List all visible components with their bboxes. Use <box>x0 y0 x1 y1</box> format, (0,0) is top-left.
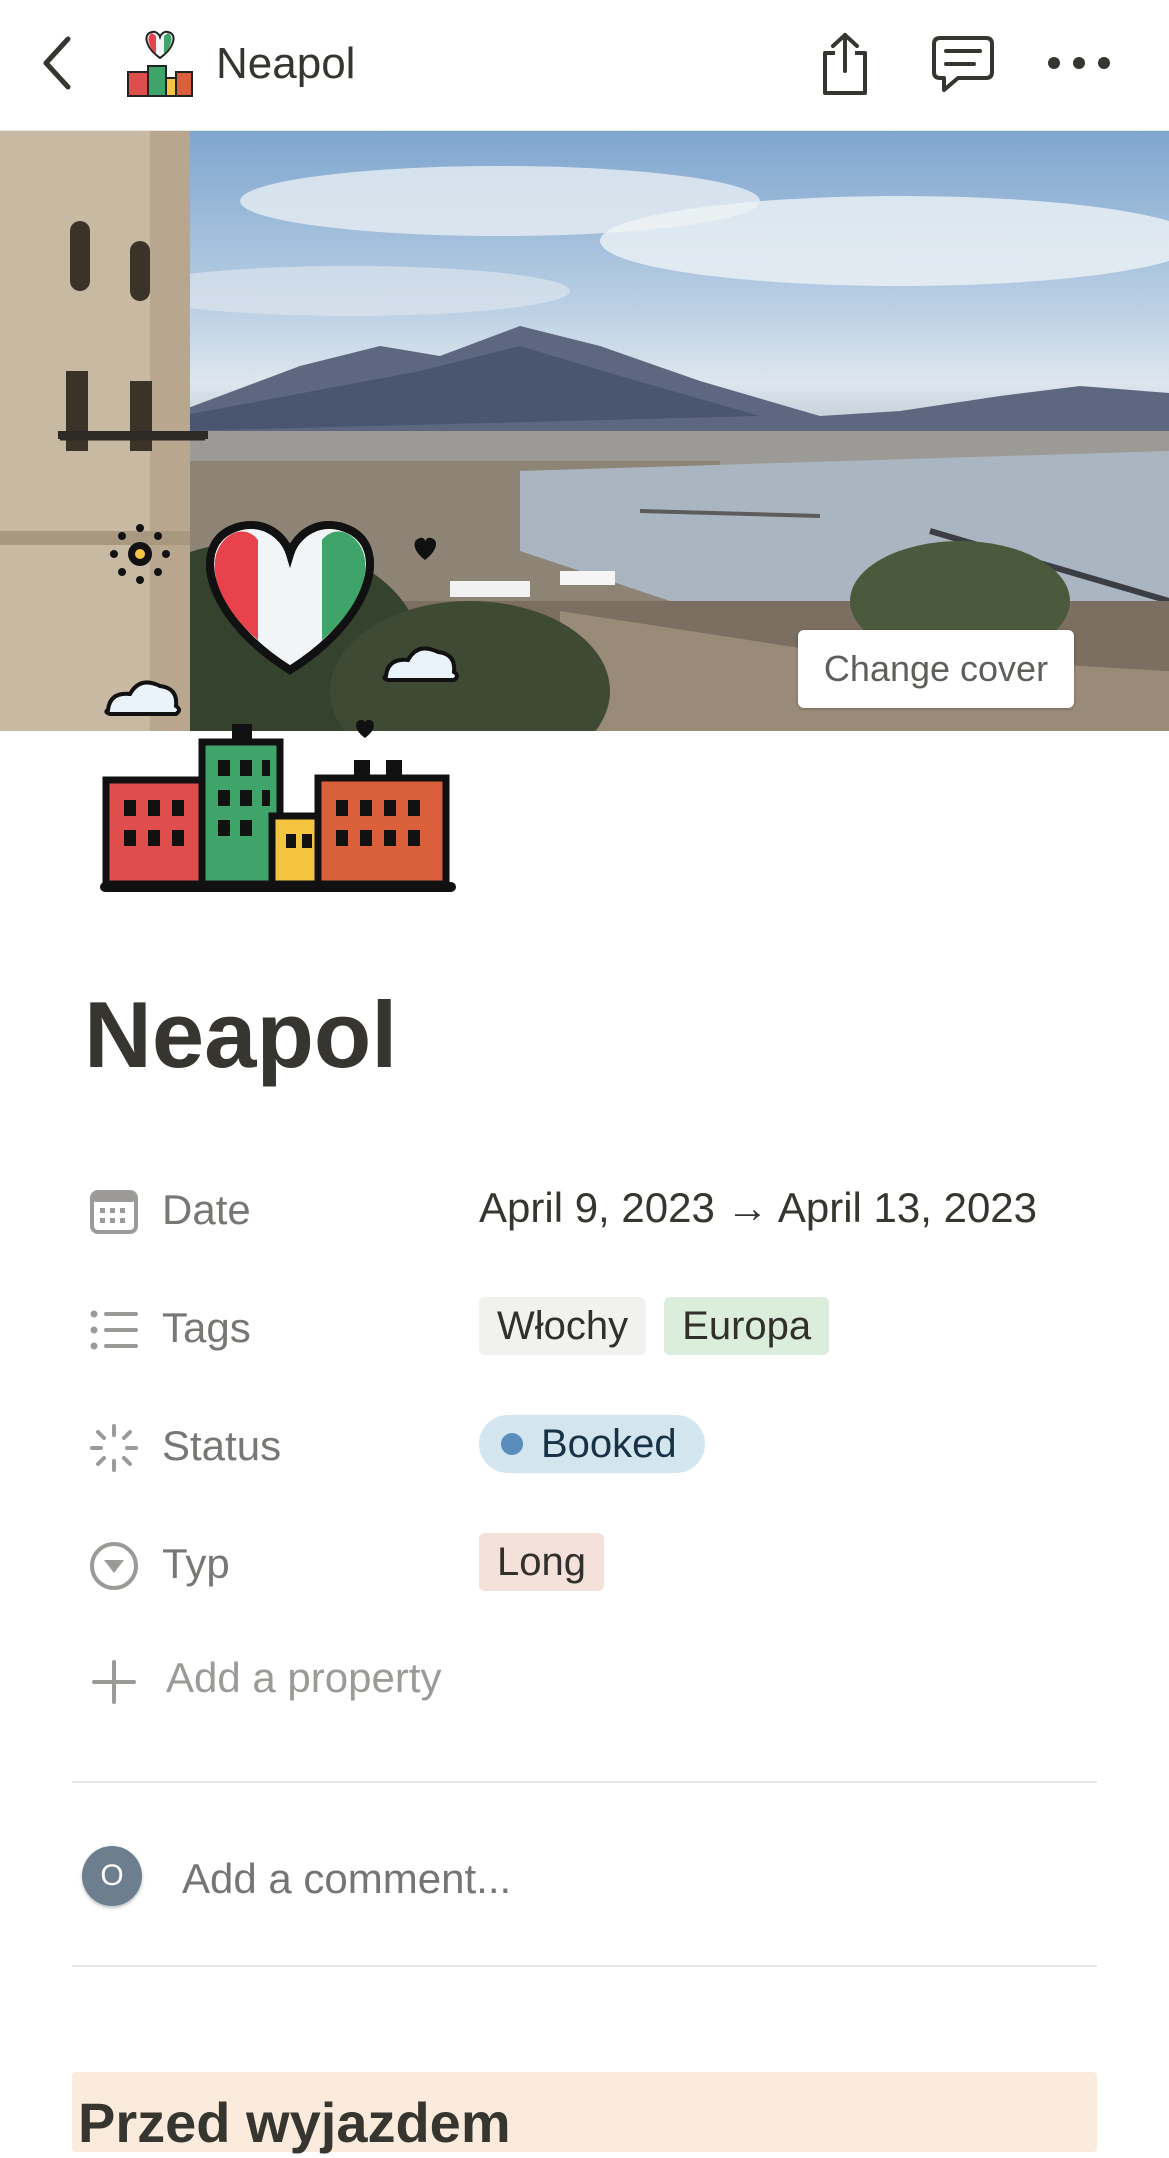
calendar-icon <box>90 1190 138 1234</box>
page-title[interactable]: Neapol <box>84 980 397 1090</box>
typ-option-long[interactable]: Long <box>479 1533 604 1591</box>
property-row-typ[interactable]: Typ Long <box>84 1522 1104 1602</box>
comments-icon <box>932 36 994 92</box>
back-button[interactable] <box>28 28 88 98</box>
tag-europa[interactable]: Europa <box>664 1297 830 1355</box>
tag-wlochy[interactable]: Włochy <box>479 1297 647 1355</box>
divider <box>72 1965 1097 1967</box>
top-navigation-bar: Neapol <box>0 0 1169 131</box>
property-row-tags[interactable]: Tags Włochy Europa <box>84 1286 1104 1366</box>
comment-input[interactable] <box>180 1854 884 1904</box>
divider <box>72 1781 1097 1783</box>
share-button[interactable] <box>810 26 880 102</box>
property-value-tags[interactable]: Włochy Europa <box>479 1286 830 1366</box>
add-property-label: Add a property <box>166 1654 442 1701</box>
plus-icon <box>92 1660 136 1704</box>
comment-row[interactable]: O <box>82 1840 1082 1920</box>
date-range-text: April 9, 2023 → April 13, 2023 <box>479 1184 1038 1231</box>
property-label-status: Status <box>162 1422 282 1469</box>
page-icon[interactable] <box>100 510 480 900</box>
comments-button[interactable] <box>925 28 1001 100</box>
property-label-tags: Tags <box>162 1304 251 1351</box>
page-emoji-icon[interactable] <box>126 28 194 98</box>
property-label-date: Date <box>162 1186 251 1233</box>
avatar: O <box>82 1846 142 1906</box>
more-options-button[interactable] <box>1040 28 1118 98</box>
share-icon <box>823 33 867 95</box>
nav-page-title: Neapol <box>216 39 356 88</box>
property-row-date[interactable]: Date April 9, 2023 → April 13, 2023 <box>84 1168 1104 1248</box>
status-dot-icon <box>501 1433 523 1455</box>
property-row-status[interactable]: Status Booked <box>84 1404 1104 1484</box>
property-label-typ: Typ <box>162 1540 230 1587</box>
more-icon <box>1048 57 1110 69</box>
select-icon <box>90 1542 138 1590</box>
change-cover-button[interactable]: Change cover <box>798 630 1074 708</box>
callout-block[interactable]: Przed wyjazdem <box>72 2072 1097 2154</box>
property-value-typ[interactable]: Long <box>479 1522 604 1602</box>
status-badge[interactable]: Booked <box>479 1415 705 1473</box>
back-chevron-icon <box>43 36 71 90</box>
property-value-status[interactable]: Booked <box>479 1404 705 1484</box>
property-value-date[interactable]: April 9, 2023 → April 13, 2023 <box>479 1168 1037 1248</box>
list-icon <box>90 1310 138 1350</box>
callout-heading[interactable]: Przed wyjazdem <box>78 2088 511 2158</box>
status-badge-label: Booked <box>541 1422 677 1466</box>
add-property-button[interactable]: Add a property <box>84 1640 684 1720</box>
italy-heart-buildings-icon <box>100 521 459 892</box>
status-icon <box>90 1424 138 1472</box>
